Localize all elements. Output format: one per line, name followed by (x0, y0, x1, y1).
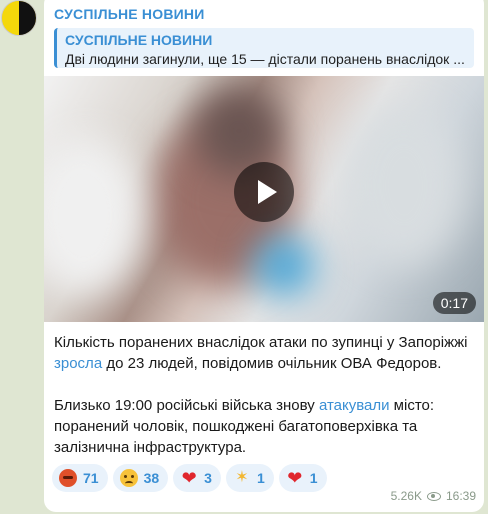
channel-avatar[interactable] (1, 0, 37, 36)
message-text: Близько 19:00 російські війська знову (54, 397, 319, 414)
reaction-count: 3 (204, 470, 212, 486)
message-paragraph-2: Близько 19:00 російські війська знову ат… (54, 395, 474, 458)
reply-title: СУСПІЛЬНЕ НОВИНИ (65, 32, 213, 48)
message-meta: 5.26K 16:39 (391, 489, 476, 503)
reaction-count: 38 (143, 470, 160, 486)
message-text: Кількість поранених внаслідок атаки по з… (54, 334, 468, 351)
video-blur-shape (254, 236, 314, 296)
link-atakuvaly[interactable]: атакували (319, 397, 390, 414)
message-text: до 23 людей, повідомив очільник ОВА Федо… (102, 355, 442, 372)
avatar-dark-half (19, 1, 36, 35)
message-time: 16:39 (445, 489, 476, 503)
reaction-count: 71 (83, 470, 99, 486)
reply-text: Дві людини загинули, ще 15 — дістали пор… (65, 51, 465, 67)
reply-preview[interactable]: СУСПІЛЬНЕ НОВИНИ Дві людини загинули, ще… (54, 28, 474, 68)
avatar-yellow-half (2, 1, 19, 35)
video-blur-shape (44, 136, 144, 296)
channel-name[interactable]: СУСПІЛЬНЕ НОВИНИ (54, 6, 204, 22)
crying-face-icon (119, 469, 138, 487)
reaction-count: 1 (256, 470, 265, 486)
reaction-heart[interactable]: ❤ 3 (173, 464, 221, 492)
reaction-crying[interactable]: 38 (112, 464, 169, 492)
message-paragraph-1: Кількість поранених внаслідок атаки по з… (54, 332, 474, 374)
play-button[interactable] (234, 162, 294, 222)
link-zrosla[interactable]: зросла (54, 355, 102, 372)
reaction-count: 1 (309, 470, 318, 486)
clapping-hands-icon: ✶ (235, 469, 249, 486)
heart-icon: ❤ (181, 468, 197, 488)
reaction-clap[interactable]: ✶ 1 (225, 464, 274, 492)
reaction-angry[interactable]: 71 (52, 464, 108, 492)
play-icon (258, 180, 277, 204)
broken-heart-icon: ❤ (287, 468, 303, 488)
eye-icon (426, 491, 441, 501)
reactions-bar: 71 38 ❤ 3 ✶ 1 ❤ 1 (52, 464, 327, 492)
message-bubble: СУСПІЛЬНЕ НОВИНИ СУСПІЛЬНЕ НОВИНИ Дві лю… (44, 0, 484, 512)
video-blur-shape (344, 106, 464, 266)
angry-face-icon (59, 469, 77, 487)
video-duration: 0:17 (432, 292, 476, 314)
reaction-broken-heart[interactable]: ❤ 1 (278, 464, 327, 492)
view-count: 5.26K (390, 489, 422, 503)
video-player[interactable]: 0:17 (44, 76, 484, 322)
